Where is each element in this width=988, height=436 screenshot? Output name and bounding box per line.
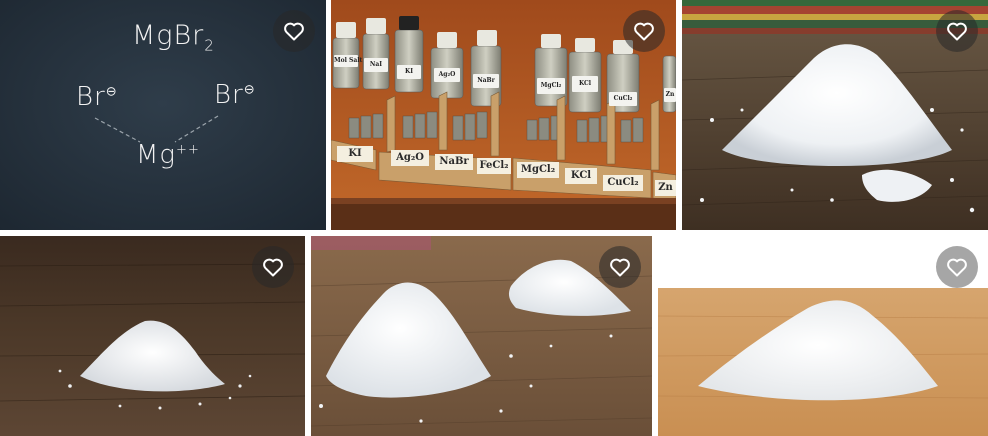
gallery-tile-powder-light-wood[interactable]	[658, 236, 988, 436]
favorite-button[interactable]	[623, 10, 665, 52]
formula-mgbr2: MgBr2	[132, 20, 215, 55]
favorite-button[interactable]	[936, 10, 978, 52]
bottle-label: Mol Salt	[334, 55, 362, 67]
heart-outline-icon	[947, 22, 967, 41]
heart-outline-icon	[284, 22, 304, 41]
heart-outline-icon	[634, 22, 654, 41]
ion-br-right: Br⊖	[214, 80, 256, 110]
heart-outline-icon	[610, 258, 630, 277]
bottle-label: Zn	[664, 88, 676, 102]
gallery-tile-mgbr2-chalkboard[interactable]: MgBr2 Br⊖ Br⊖ Mg++	[0, 0, 326, 230]
bottle-label: NaI	[364, 58, 388, 72]
bottle-label: KCl	[572, 76, 598, 92]
favorite-button[interactable]	[599, 246, 641, 288]
favorite-button[interactable]	[273, 10, 315, 52]
gallery-tile-salt-dark-wood[interactable]	[0, 236, 305, 436]
bottle-label: CuCl₂	[609, 92, 637, 106]
ion-mg-center: Mg++	[136, 140, 200, 170]
shelf-label: MgCl₂	[517, 162, 559, 178]
shelf-label: Ag₂O	[391, 150, 429, 166]
shelf-label: NaBr	[435, 154, 473, 170]
bottle-label: MgCl₂	[537, 78, 565, 94]
gallery-tile-salt-piles-wood[interactable]	[311, 236, 652, 436]
shelf-label: FeCl₂	[477, 158, 511, 174]
heart-outline-icon	[263, 258, 283, 277]
bottle-label: KI	[397, 65, 421, 79]
heart-outline-icon	[947, 258, 967, 277]
shelf-label: KCl	[565, 168, 597, 184]
ion-br-left: Br⊖	[76, 82, 118, 112]
favorite-button[interactable]	[252, 246, 294, 288]
favorite-button[interactable]	[936, 246, 978, 288]
bottle-label: NaBr	[473, 74, 499, 88]
shelf-label: Zn	[655, 180, 676, 196]
shelf-label: KI	[337, 146, 373, 162]
gallery-tile-chemical-bottles[interactable]: Mol Salt NaI KI Ag₂O NaBr MgCl₂ KCl CuCl…	[331, 0, 676, 230]
gallery-tile-crystals-striped[interactable]	[682, 0, 988, 230]
bottle-label: Ag₂O	[434, 68, 460, 82]
shelf-label: CuCl₂	[603, 175, 643, 191]
